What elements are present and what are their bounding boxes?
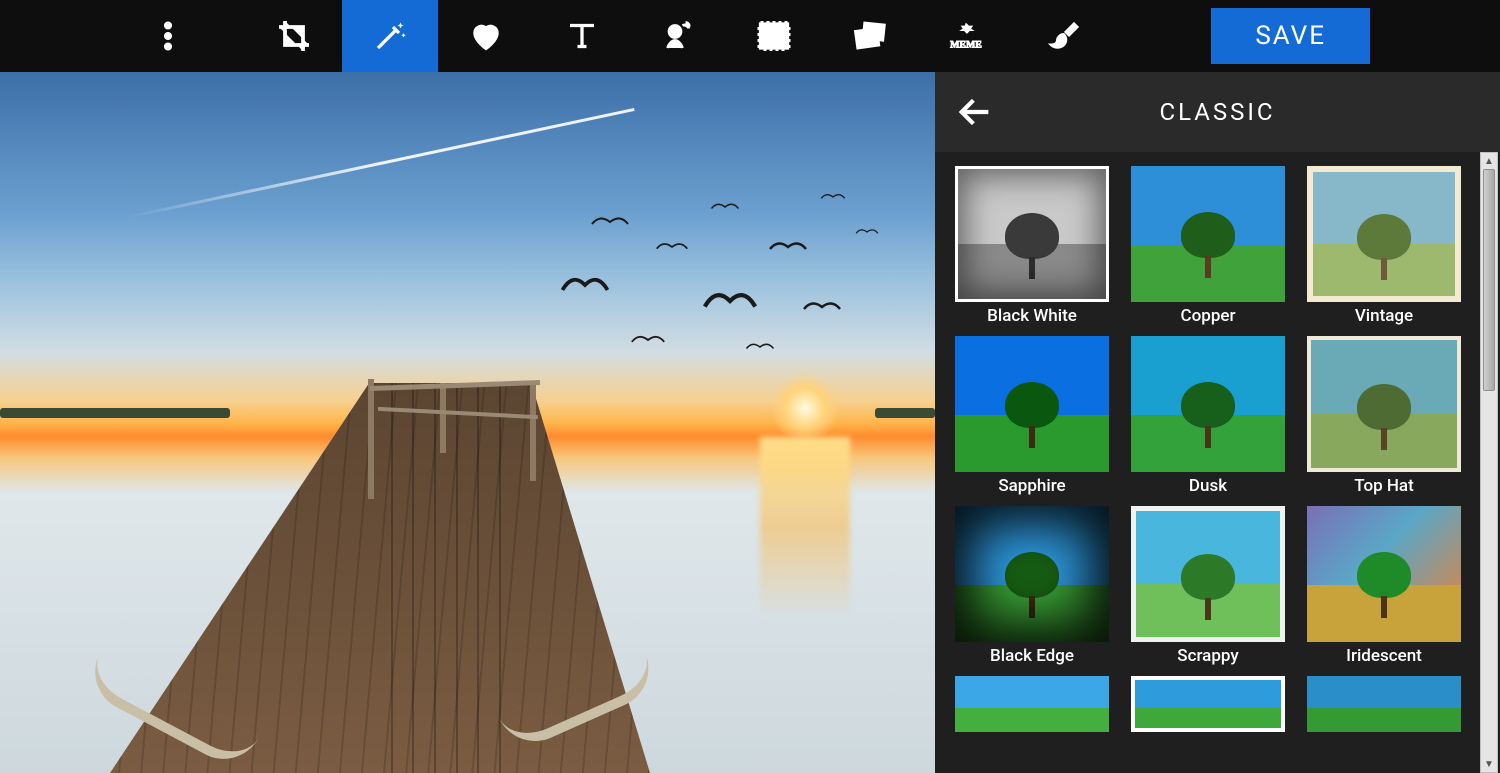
filter-label: Vintage bbox=[1307, 302, 1461, 328]
bird-icon bbox=[800, 297, 844, 317]
filter-thumbnail bbox=[955, 676, 1109, 732]
filter-item[interactable]: Iridescent bbox=[1307, 506, 1461, 668]
panel-header: CLASSIC bbox=[935, 72, 1500, 152]
retouch-button[interactable] bbox=[630, 0, 726, 72]
filter-item[interactable] bbox=[955, 676, 1109, 732]
editor-canvas[interactable] bbox=[0, 72, 935, 773]
bird-icon bbox=[590, 212, 630, 232]
filter-thumbnail bbox=[1131, 166, 1285, 302]
overlay-icon bbox=[852, 18, 888, 54]
filter-thumbnail bbox=[1307, 676, 1461, 732]
bird-icon bbox=[710, 197, 740, 217]
filter-item[interactable] bbox=[1131, 676, 1285, 732]
filter-item[interactable]: Top Hat bbox=[1307, 336, 1461, 498]
filter-thumbnail bbox=[1307, 166, 1461, 302]
filter-label: Scrappy bbox=[1131, 642, 1285, 668]
text-button[interactable] bbox=[534, 0, 630, 72]
filter-label: Copper bbox=[1131, 302, 1285, 328]
canvas-dock bbox=[110, 383, 650, 773]
canvas-sun bbox=[770, 373, 840, 443]
back-button[interactable] bbox=[935, 72, 1015, 152]
content: CLASSIC Black White Copper Vintage Sapphire… bbox=[0, 72, 1500, 773]
filter-thumbnail bbox=[1307, 336, 1461, 472]
filter-label: Black White bbox=[955, 302, 1109, 328]
bird-icon bbox=[560, 272, 610, 298]
filter-item[interactable]: Black White bbox=[955, 166, 1109, 328]
scroll-down-button[interactable]: ▼ bbox=[1481, 756, 1497, 772]
retouch-icon bbox=[660, 18, 696, 54]
meme-button[interactable]: MEME bbox=[918, 0, 1014, 72]
filter-label: Dusk bbox=[1131, 472, 1285, 498]
filter-item[interactable] bbox=[1307, 676, 1461, 732]
filter-label: Black Edge bbox=[955, 642, 1109, 668]
filter-thumbnail bbox=[1131, 336, 1285, 472]
overlay-button[interactable] bbox=[822, 0, 918, 72]
scroll-up-button[interactable]: ▲ bbox=[1481, 153, 1497, 169]
save-button[interactable]: SAVE bbox=[1211, 8, 1370, 64]
effects-button[interactable] bbox=[342, 0, 438, 72]
filter-thumbnail bbox=[1131, 676, 1285, 732]
bird-icon bbox=[820, 187, 846, 207]
text-icon bbox=[564, 18, 600, 54]
bird-icon bbox=[855, 222, 879, 242]
arrow-left-icon bbox=[955, 92, 995, 132]
filter-thumbnail bbox=[955, 506, 1109, 642]
frame-button[interactable] bbox=[726, 0, 822, 72]
canvas-contrail bbox=[125, 108, 634, 219]
filter-label: Sapphire bbox=[955, 472, 1109, 498]
filter-grid: Black White Copper Vintage Sapphire Dusk Top … bbox=[955, 166, 1470, 732]
scrollbar-track[interactable] bbox=[1481, 169, 1497, 756]
menu-button[interactable] bbox=[120, 0, 216, 72]
bird-icon bbox=[765, 237, 811, 257]
bird-icon bbox=[655, 237, 689, 257]
filter-thumbnail bbox=[955, 166, 1109, 302]
filter-label: Iridescent bbox=[1307, 642, 1461, 668]
filter-item[interactable]: Dusk bbox=[1131, 336, 1285, 498]
filter-scroll-area: Black White Copper Vintage Sapphire Dusk Top … bbox=[935, 152, 1500, 773]
bird-icon bbox=[630, 330, 666, 350]
magic-wand-icon bbox=[372, 18, 408, 54]
favorites-button[interactable] bbox=[438, 0, 534, 72]
filter-item[interactable]: Copper bbox=[1131, 166, 1285, 328]
brush-icon bbox=[1044, 18, 1080, 54]
heart-icon bbox=[468, 18, 504, 54]
menu-icon bbox=[150, 18, 186, 54]
filter-item[interactable]: Vintage bbox=[1307, 166, 1461, 328]
filter-item[interactable]: Scrappy bbox=[1131, 506, 1285, 668]
bird-icon bbox=[745, 337, 775, 357]
panel-title: CLASSIC bbox=[935, 98, 1500, 126]
filter-item[interactable]: Sapphire bbox=[955, 336, 1109, 498]
frame-icon bbox=[756, 18, 792, 54]
filter-label: Top Hat bbox=[1307, 472, 1461, 498]
crop-button[interactable] bbox=[246, 0, 342, 72]
svg-text:MEME: MEME bbox=[950, 40, 982, 51]
bird-icon bbox=[700, 287, 760, 315]
filter-panel: CLASSIC Black White Copper Vintage Sapphire… bbox=[935, 72, 1500, 773]
crop-icon bbox=[276, 18, 312, 54]
filter-thumbnail bbox=[1131, 506, 1285, 642]
scrollbar-thumb[interactable] bbox=[1483, 169, 1495, 391]
meme-icon: MEME bbox=[948, 18, 984, 54]
scrollbar[interactable]: ▲ ▼ bbox=[1480, 152, 1498, 773]
filter-thumbnail bbox=[1307, 506, 1461, 642]
filter-thumbnail bbox=[955, 336, 1109, 472]
brush-button[interactable] bbox=[1014, 0, 1110, 72]
filter-item[interactable]: Black Edge bbox=[955, 506, 1109, 668]
toolbar: MEME SAVE bbox=[0, 0, 1500, 72]
